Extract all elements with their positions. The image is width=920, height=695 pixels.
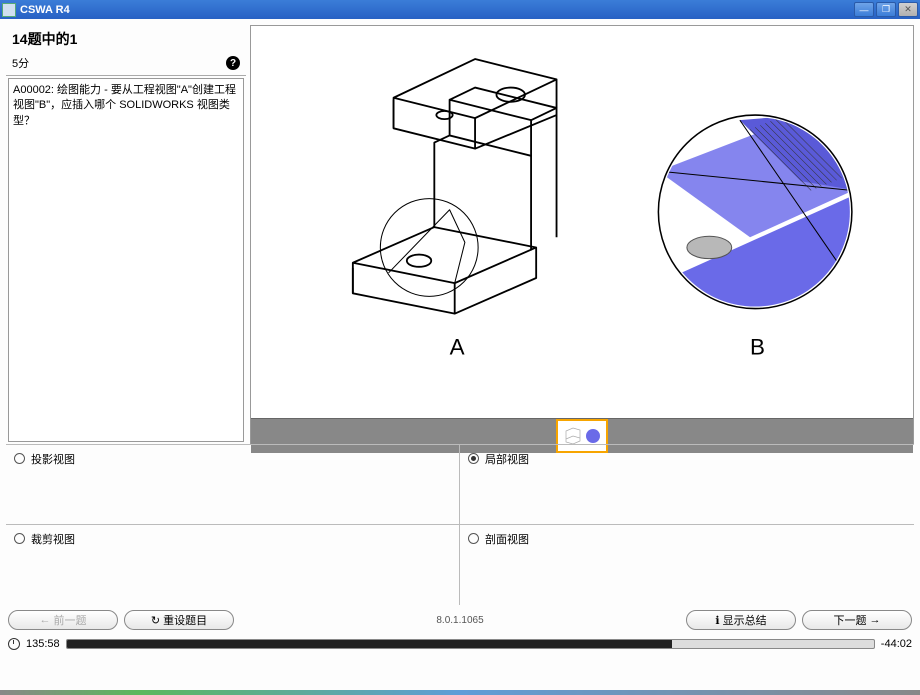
prev-button[interactable]: ← 前一题 xyxy=(8,610,118,630)
taskbar-stripe xyxy=(0,690,920,695)
answer-option-1[interactable]: 投影视图 xyxy=(6,445,460,525)
clock-icon xyxy=(8,638,20,650)
version-label: 8.0.1.1065 xyxy=(240,615,680,626)
answer-label: 裁剪视图 xyxy=(31,531,75,547)
progress-bar[interactable] xyxy=(66,639,875,649)
radio-icon xyxy=(14,533,25,544)
label-b: B xyxy=(750,334,765,359)
window-titlebar: CSWA R4 — ❐ ✕ xyxy=(0,0,920,19)
remaining-time: -44:02 xyxy=(881,638,912,650)
elapsed-time: 135:58 xyxy=(26,638,60,650)
app-icon xyxy=(2,3,16,17)
answer-label: 投影视图 xyxy=(31,451,75,467)
answer-grid: 投影视图 局部视图 裁剪视图 剖面视图 xyxy=(6,444,914,604)
question-counter: 14题中的1 xyxy=(12,29,240,49)
next-button[interactable]: 下一题 → xyxy=(802,610,912,630)
arrow-right-icon: → xyxy=(870,614,881,626)
minimize-button[interactable]: — xyxy=(854,2,874,17)
answer-option-3[interactable]: 裁剪视图 xyxy=(6,525,460,605)
maximize-button[interactable]: ❐ xyxy=(876,2,896,17)
summary-button[interactable]: ℹ 显示总结 xyxy=(686,610,796,630)
arrow-left-icon: ← xyxy=(40,614,51,626)
close-button[interactable]: ✕ xyxy=(898,2,918,17)
window-title: CSWA R4 xyxy=(20,4,854,16)
info-icon: ℹ xyxy=(715,614,719,627)
answer-label: 局部视图 xyxy=(485,451,529,467)
drawing-svg: A xyxy=(251,26,913,418)
radio-icon xyxy=(468,453,479,464)
answer-option-4[interactable]: 剖面视图 xyxy=(460,525,914,605)
reset-button[interactable]: ↻ 重设题目 xyxy=(124,610,234,630)
progress-fill xyxy=(67,640,672,648)
radio-icon xyxy=(468,533,479,544)
radio-icon xyxy=(14,453,25,464)
image-viewer[interactable]: A xyxy=(251,26,913,418)
question-text: A00002: 绘图能力 - 要从工程视图"A"创建工程视图"B"，应插入哪个 … xyxy=(8,78,244,442)
answer-label: 剖面视图 xyxy=(485,531,529,547)
help-icon[interactable]: ? xyxy=(226,56,240,70)
answer-option-2[interactable]: 局部视图 xyxy=(460,445,914,525)
question-points: 5分 xyxy=(12,55,29,71)
label-a: A xyxy=(450,334,465,359)
refresh-icon: ↻ xyxy=(151,614,160,627)
